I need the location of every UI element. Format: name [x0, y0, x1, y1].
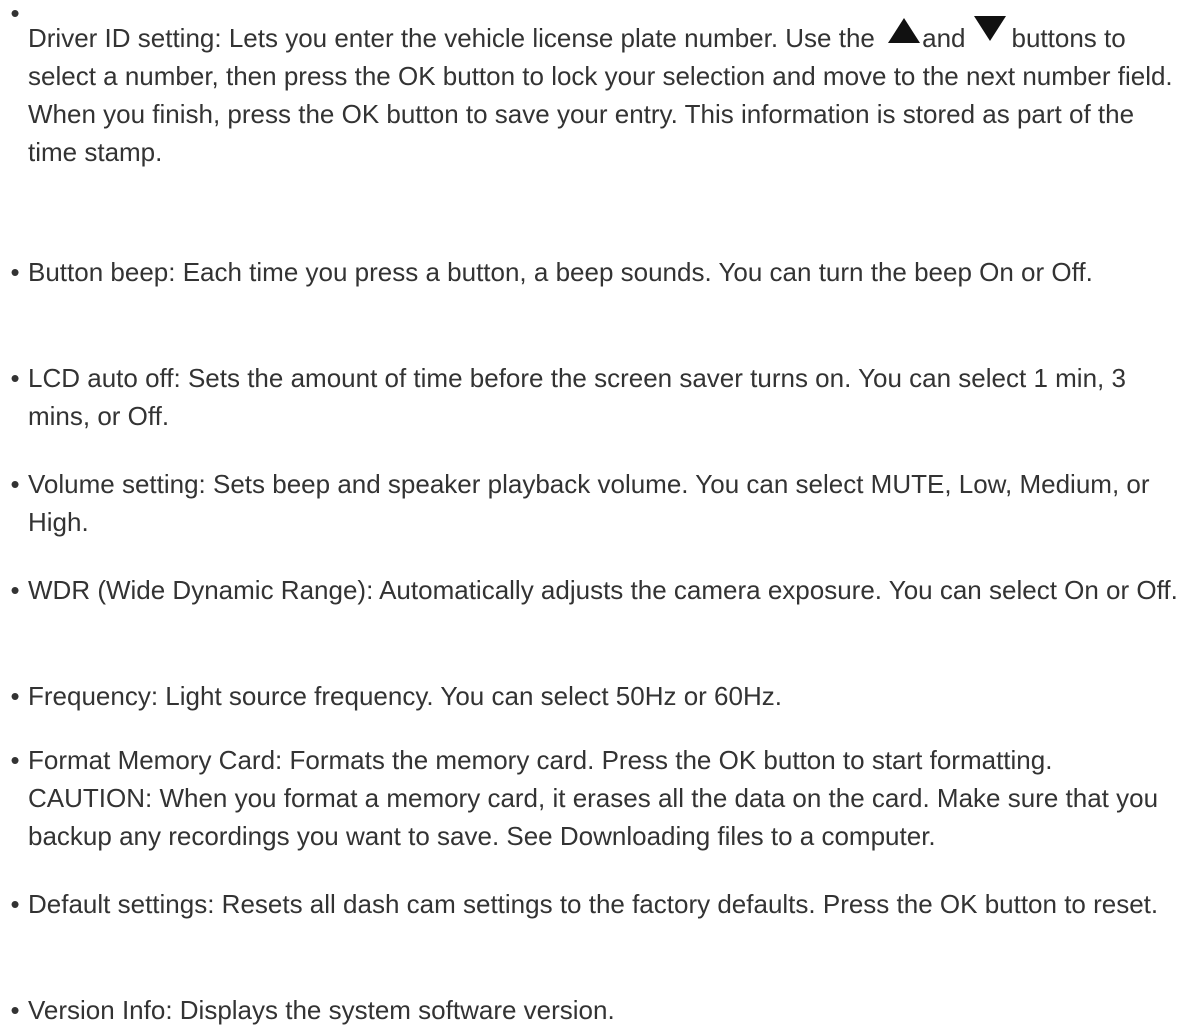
- list-item-default-settings: • Default settings: Resets all dash cam …: [10, 885, 1178, 923]
- item-label: Format Memory Card:: [28, 745, 283, 775]
- bullet: •: [10, 469, 20, 499]
- item-label: Driver ID setting:: [28, 23, 222, 53]
- item-label: Version Info:: [28, 995, 173, 1025]
- bullet: •: [10, 745, 20, 775]
- item-text: Sets the amount of time before the scree…: [28, 363, 1126, 431]
- bullet: •: [10, 575, 20, 605]
- list-item-driver-id: • Driver ID setting: Lets you enter the …: [10, 0, 1178, 171]
- item-label: Default settings:: [28, 889, 215, 919]
- list-item-lcd-auto-off: • LCD auto off: Sets the amount of time …: [10, 359, 1178, 435]
- list-item-version-info: • Version Info: Displays the system soft…: [10, 991, 1178, 1029]
- item-label: Volume setting:: [28, 469, 206, 499]
- item-text: Each time you press a button, a beep sou…: [175, 257, 1093, 287]
- settings-list: • Driver ID setting: Lets you enter the …: [0, 0, 1190, 1027]
- list-item-format-memory-card: • Format Memory Card: Formats the memory…: [10, 741, 1178, 855]
- item-label: WDR (Wide Dynamic Range):: [28, 575, 374, 605]
- list-item-frequency: • Frequency: Light source frequency. You…: [10, 677, 1178, 715]
- bullet: •: [10, 889, 20, 919]
- bullet: •: [10, 995, 20, 1025]
- down-triangle-icon: [973, 16, 1006, 41]
- up-triangle-icon: [888, 18, 921, 43]
- bullet: •: [10, 257, 20, 287]
- list-item-volume-setting: • Volume setting: Sets beep and speaker …: [10, 465, 1178, 541]
- item-text: and: [922, 23, 966, 53]
- bullet: •: [10, 681, 20, 711]
- item-text: Resets all dash cam settings to the fact…: [214, 889, 1159, 919]
- item-text: Displays the system software version.: [172, 995, 615, 1025]
- item-label: LCD auto off:: [28, 363, 181, 393]
- list-item-button-beep: • Button beep: Each time you press a but…: [10, 253, 1178, 291]
- item-text: Lets you enter the vehicle license plate…: [221, 23, 883, 53]
- item-text: Automatically adjusts the camera exposur…: [373, 575, 1178, 605]
- list-item-wdr: • WDR (Wide Dynamic Range): Automaticall…: [10, 571, 1178, 609]
- item-label: Frequency:: [28, 681, 159, 711]
- item-label: Button beep:: [28, 257, 176, 287]
- item-text: Light source frequency. You can select 5…: [158, 681, 782, 711]
- bullet: •: [10, 0, 20, 28]
- bullet: •: [10, 363, 20, 393]
